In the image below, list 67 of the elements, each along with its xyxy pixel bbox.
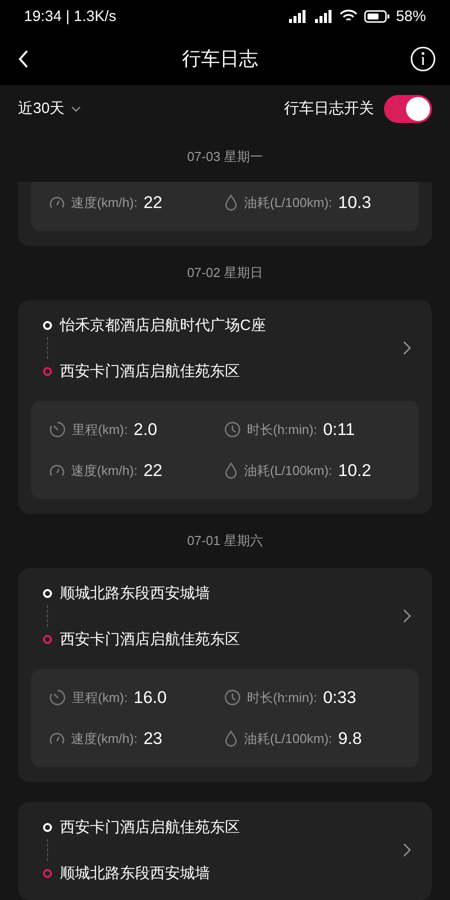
chevron-right-icon — [403, 843, 411, 857]
signal-icon — [312, 9, 333, 24]
destination-text: 顺城北路东段西安城墙 — [60, 864, 210, 882]
trip-card[interactable]: 怡禾京都酒店启航时代广场C座 西安卡门酒店启航佳苑东区 里程(km): 2.0 时长(h:min): 0:11 速度(km/h): 22 油耗(L/100km): 10.2 — [18, 300, 432, 514]
range-dropdown[interactable]: 近30天 — [18, 99, 81, 118]
battery-icon — [364, 10, 390, 23]
chevron-right-icon — [403, 341, 411, 355]
stat-value: 10.3 — [338, 192, 372, 212]
drop-icon — [224, 194, 238, 211]
stat-label: 时长(h:min): — [247, 420, 318, 438]
stat-label: 时长(h:min): — [247, 688, 318, 706]
stat-value: 9.8 — [338, 728, 362, 748]
stat-label: 里程(km): — [72, 420, 128, 438]
log-toggle[interactable] — [384, 94, 432, 123]
date-heading: 07-01 星期六 — [186, 532, 264, 550]
start-point-icon — [43, 822, 52, 832]
stat-value: 23 — [143, 728, 162, 748]
stat-label: 速度(km/h): — [71, 194, 138, 212]
stat-value: 16.0 — [134, 688, 167, 708]
status-time: 19:34 | 1.3K/s — [24, 8, 118, 25]
stat-label: 里程(km): — [72, 688, 128, 706]
end-point-icon — [43, 366, 52, 376]
destination-text: 西安卡门酒店启航佳苑东区 — [60, 630, 240, 648]
stat-label: 油耗(L/100km): — [244, 730, 332, 748]
origin-text: 西安卡门酒店启航佳苑东区 — [60, 818, 240, 836]
stat-value: 2.0 — [134, 420, 158, 440]
trip-card[interactable]: 西安卡门酒店启航佳苑东区 顺城北路东段西安城墙 — [18, 802, 432, 900]
page-title: 行车日志 — [182, 48, 258, 72]
origin-text: 顺城北路东段西安城墙 — [60, 584, 210, 602]
end-point-icon — [43, 634, 52, 644]
stat-value: 0:33 — [323, 688, 356, 708]
stat-value: 10.2 — [338, 460, 372, 480]
stat-label: 速度(km/h): — [71, 462, 138, 480]
info-button[interactable] — [410, 46, 436, 72]
switch-label: 行车日志开关 — [284, 99, 374, 118]
stat-value: 0:11 — [323, 420, 355, 440]
end-point-icon — [43, 868, 52, 878]
timer-icon — [49, 689, 66, 706]
chevron-down-icon — [70, 106, 81, 112]
trip-card[interactable]: 速度(km/h): 22 油耗(L/100km): 10.3 — [18, 182, 432, 246]
gauge-icon — [49, 194, 65, 210]
trip-card[interactable]: 顺城北路东段西安城墙 西安卡门酒店启航佳苑东区 里程(km): 16.0 时长(h:min): 0:33 速度(km/h): 23 油耗(L/100km): 9.8 — [18, 568, 432, 782]
stat-label: 速度(km/h): — [71, 730, 138, 748]
gauge-icon — [49, 462, 65, 478]
date-heading: 07-02 星期日 — [186, 264, 264, 282]
date-heading: 07-03 星期一 — [186, 148, 264, 166]
clock-icon — [224, 421, 241, 438]
back-icon — [16, 48, 30, 70]
clock-icon — [224, 689, 241, 706]
drop-icon — [224, 462, 238, 479]
drop-icon — [224, 730, 238, 747]
start-point-icon — [43, 588, 52, 598]
origin-text: 怡禾京都酒店启航时代广场C座 — [60, 316, 266, 334]
chevron-right-icon — [403, 609, 411, 623]
info-icon — [410, 46, 436, 72]
stat-label: 油耗(L/100km): — [244, 462, 332, 480]
signal-icon — [286, 9, 307, 24]
stat-value: 22 — [143, 460, 162, 480]
destination-text: 西安卡门酒店启航佳苑东区 — [60, 362, 240, 380]
timer-icon — [49, 421, 66, 438]
stat-value: 22 — [143, 192, 162, 212]
start-point-icon — [43, 320, 52, 330]
battery-percent: 58% — [396, 8, 426, 25]
back-button[interactable] — [16, 48, 30, 70]
stat-label: 油耗(L/100km): — [244, 194, 332, 212]
wifi-icon — [338, 9, 358, 24]
gauge-icon — [49, 730, 65, 746]
